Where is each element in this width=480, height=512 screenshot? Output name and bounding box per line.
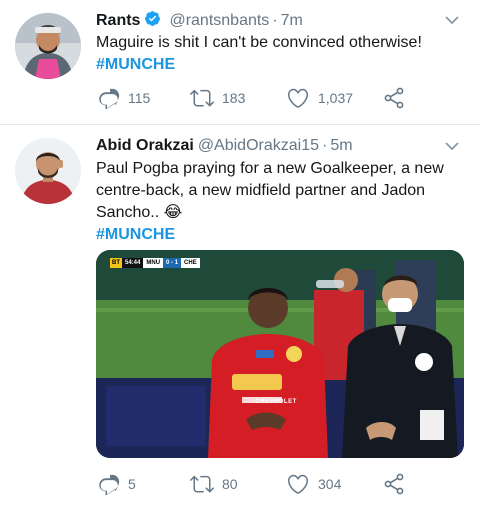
scorebug-home: MNU xyxy=(143,258,164,268)
heart-icon xyxy=(287,88,309,108)
scorebug-overlay: BT 54:44 MNU 0 - 1 CHE xyxy=(110,258,200,268)
tweet-media-image[interactable]: BT 54:44 MNU 0 - 1 CHE CHEVROLET xyxy=(96,250,464,458)
chevron-down-icon[interactable] xyxy=(444,138,460,154)
heart-icon xyxy=(287,474,309,494)
reply-button[interactable]: 5 xyxy=(96,472,136,496)
like-button[interactable]: 1,037 xyxy=(286,86,353,110)
display-name[interactable]: Abid Orakzai xyxy=(96,137,194,154)
tweet-body: Maguire is shit I can't be convinced oth… xyxy=(96,34,422,51)
football-photo xyxy=(96,250,464,458)
scorebug-away: CHE xyxy=(181,258,200,268)
retweet-button[interactable]: 183 xyxy=(190,86,245,110)
tweet-text: Maguire is shit I can't be convinced oth… xyxy=(96,32,462,76)
reply-icon xyxy=(99,474,120,496)
separator: · xyxy=(322,137,328,154)
share-icon xyxy=(384,87,404,109)
timestamp[interactable]: 5m xyxy=(330,137,352,154)
tweet-divider xyxy=(0,124,480,125)
share-icon xyxy=(384,473,404,495)
reply-button[interactable]: 115 xyxy=(96,86,150,110)
tweet-header: Abid Orakzai @AbidOrakzai15 · 5m xyxy=(96,136,353,156)
shirt-sponsor-text: CHEVROLET xyxy=(255,399,297,405)
chevron-down-icon[interactable] xyxy=(444,12,460,28)
hashtag-link[interactable]: #MUNCHE xyxy=(96,224,462,246)
scorebug-time: 54:44 xyxy=(122,258,144,268)
handle[interactable]: @AbidOrakzai15 xyxy=(198,137,319,154)
reply-count: 5 xyxy=(128,476,136,492)
tweet-actions: 5 80 304 xyxy=(96,472,416,496)
avatar[interactable] xyxy=(15,138,81,204)
handle[interactable]: @rantsnbants xyxy=(169,12,269,29)
tweet-text: Paul Pogba praying for a new Goalkeeper,… xyxy=(96,158,462,246)
scorebug-channel: BT xyxy=(110,258,122,268)
tweet[interactable]: Rants @rantsnbants · 7m Maguire is shit I c… xyxy=(0,0,480,125)
retweet-count: 183 xyxy=(222,90,246,106)
hashtag-link[interactable]: #MUNCHE xyxy=(96,54,462,76)
reply-icon xyxy=(99,88,120,110)
share-button[interactable] xyxy=(382,86,414,110)
display-name[interactable]: Rants xyxy=(96,12,140,29)
share-button[interactable] xyxy=(382,472,414,496)
retweet-icon xyxy=(190,475,214,493)
verified-badge-icon xyxy=(144,10,161,33)
retweet-count: 80 xyxy=(222,476,238,492)
scorebug-score: 0 - 1 xyxy=(163,258,182,268)
like-count: 1,037 xyxy=(318,90,354,106)
tweet-body: Paul Pogba praying for a new Goalkeeper,… xyxy=(96,160,444,221)
separator: · xyxy=(272,12,278,29)
tweet-actions: 115 183 1,037 xyxy=(96,86,416,110)
retweet-icon xyxy=(190,89,214,107)
tweet-header: Rants @rantsnbants · 7m xyxy=(96,10,303,33)
avatar[interactable] xyxy=(15,13,81,79)
reply-count: 115 xyxy=(128,90,151,106)
like-count: 304 xyxy=(318,476,342,492)
like-button[interactable]: 304 xyxy=(286,472,341,496)
timestamp[interactable]: 7m xyxy=(281,12,303,29)
retweet-button[interactable]: 80 xyxy=(190,472,238,496)
tweet[interactable]: Abid Orakzai @AbidOrakzai15 · 5m Paul Pogba… xyxy=(0,126,480,512)
